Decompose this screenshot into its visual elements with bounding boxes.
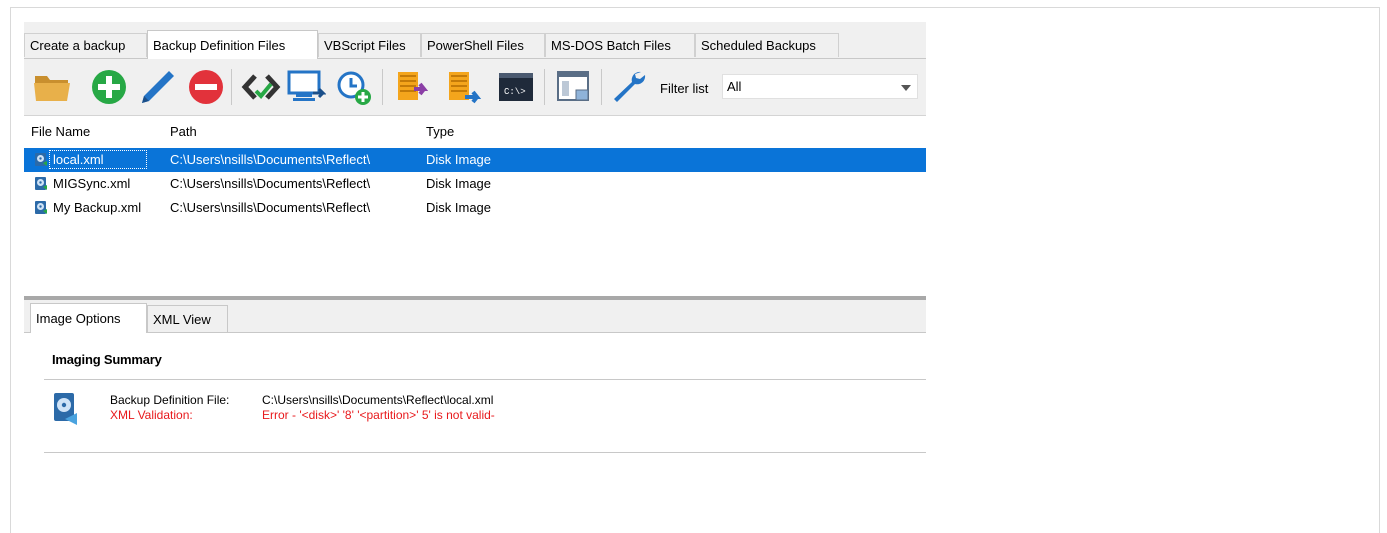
disk-image-icon bbox=[51, 392, 79, 426]
disk-image-file-icon bbox=[34, 176, 49, 191]
schedule-add-icon[interactable] bbox=[334, 67, 374, 107]
row-path: C:\Users\nsills\Documents\Reflect\ bbox=[170, 152, 371, 167]
imaging-summary-title: Imaging Summary bbox=[52, 352, 162, 367]
filter-list-select[interactable]: All bbox=[722, 74, 918, 99]
tab-powershell-files[interactable]: PowerShell Files bbox=[421, 33, 545, 57]
validate-icon[interactable] bbox=[286, 67, 326, 107]
open-folder-icon[interactable] bbox=[32, 67, 72, 107]
row-path: C:\Users\nsills\Documents\Reflect\ bbox=[170, 176, 371, 191]
script-run-icon[interactable] bbox=[443, 67, 483, 107]
window-border-top bbox=[10, 7, 1380, 8]
row-file-name: My Backup.xml bbox=[53, 200, 142, 215]
row-type: Disk Image bbox=[426, 152, 492, 167]
divider bbox=[44, 379, 926, 380]
xml-validation-error: Error - '<disk>' '8' '<partition>' 5' is… bbox=[262, 408, 495, 422]
svg-text:C:\>: C:\> bbox=[504, 87, 526, 97]
tab-backup-definition-files[interactable]: Backup Definition Files bbox=[147, 30, 318, 59]
tab-create-a-backup[interactable]: Create a backup bbox=[24, 33, 147, 57]
column-header-type[interactable]: Type bbox=[426, 124, 454, 139]
row-type: Disk Image bbox=[426, 200, 492, 215]
details-tab-bar: Image Options XML View bbox=[24, 300, 926, 333]
tab-ms-dos-batch-files[interactable]: MS-DOS Batch Files bbox=[545, 33, 695, 57]
details-panel: Image Options XML View Imaging Summary B… bbox=[24, 300, 926, 533]
table-row[interactable]: local.xml C:\Users\nsills\Documents\Refl… bbox=[24, 148, 926, 172]
filter-list-value: All bbox=[727, 79, 742, 94]
tab-image-options[interactable]: Image Options bbox=[30, 303, 147, 333]
backup-definition-file-value: C:\Users\nsills\Documents\Reflect\local.… bbox=[262, 393, 494, 407]
tab-vbscript-files[interactable]: VBScript Files bbox=[318, 33, 421, 57]
column-header-file-name[interactable]: File Name bbox=[31, 124, 90, 139]
disk-image-file-icon bbox=[34, 200, 49, 215]
toolbar-separator bbox=[231, 69, 232, 105]
backup-definition-app: Create a backup Backup Definition Files … bbox=[24, 22, 926, 533]
settings-wrench-icon[interactable] bbox=[608, 67, 648, 107]
table-row[interactable]: MIGSync.xml C:\Users\nsills\Documents\Re… bbox=[24, 172, 926, 196]
table-row[interactable]: My Backup.xml C:\Users\nsills\Documents\… bbox=[24, 196, 926, 220]
script-generate-icon[interactable] bbox=[392, 67, 432, 107]
chevron-down-icon bbox=[901, 85, 911, 91]
backup-definition-file-label: Backup Definition File: bbox=[110, 393, 230, 407]
window-border-left bbox=[10, 7, 11, 533]
file-list: File Name Path Type local.xml C:\Users\n… bbox=[24, 116, 926, 296]
filter-list-label: Filter list bbox=[660, 81, 709, 96]
disk-image-file-icon bbox=[34, 152, 49, 167]
main-tab-bar: Create a backup Backup Definition Files … bbox=[24, 22, 926, 59]
toolbar-separator bbox=[601, 69, 602, 105]
tab-scheduled-backups[interactable]: Scheduled Backups bbox=[695, 33, 839, 57]
xml-validation-label: XML Validation: bbox=[110, 408, 193, 422]
row-path: C:\Users\nsills\Documents\Reflect\ bbox=[170, 200, 371, 215]
command-prompt-icon[interactable]: C:\> bbox=[496, 67, 536, 107]
row-file-name: local.xml bbox=[53, 152, 104, 167]
toolbar-separator bbox=[382, 69, 383, 105]
window-border-right bbox=[1379, 7, 1380, 533]
column-header-path[interactable]: Path bbox=[170, 124, 197, 139]
toolbar: C:\> Filter list All bbox=[24, 59, 926, 116]
toolbar-separator bbox=[544, 69, 545, 105]
add-icon[interactable] bbox=[89, 67, 129, 107]
xml-code-icon[interactable] bbox=[241, 67, 281, 107]
divider bbox=[44, 452, 926, 453]
tab-xml-view[interactable]: XML View bbox=[147, 305, 228, 332]
edit-icon[interactable] bbox=[137, 67, 177, 107]
window-view-icon[interactable] bbox=[554, 67, 594, 107]
row-file-name: MIGSync.xml bbox=[53, 176, 131, 191]
row-type: Disk Image bbox=[426, 176, 492, 191]
delete-icon[interactable] bbox=[186, 67, 226, 107]
